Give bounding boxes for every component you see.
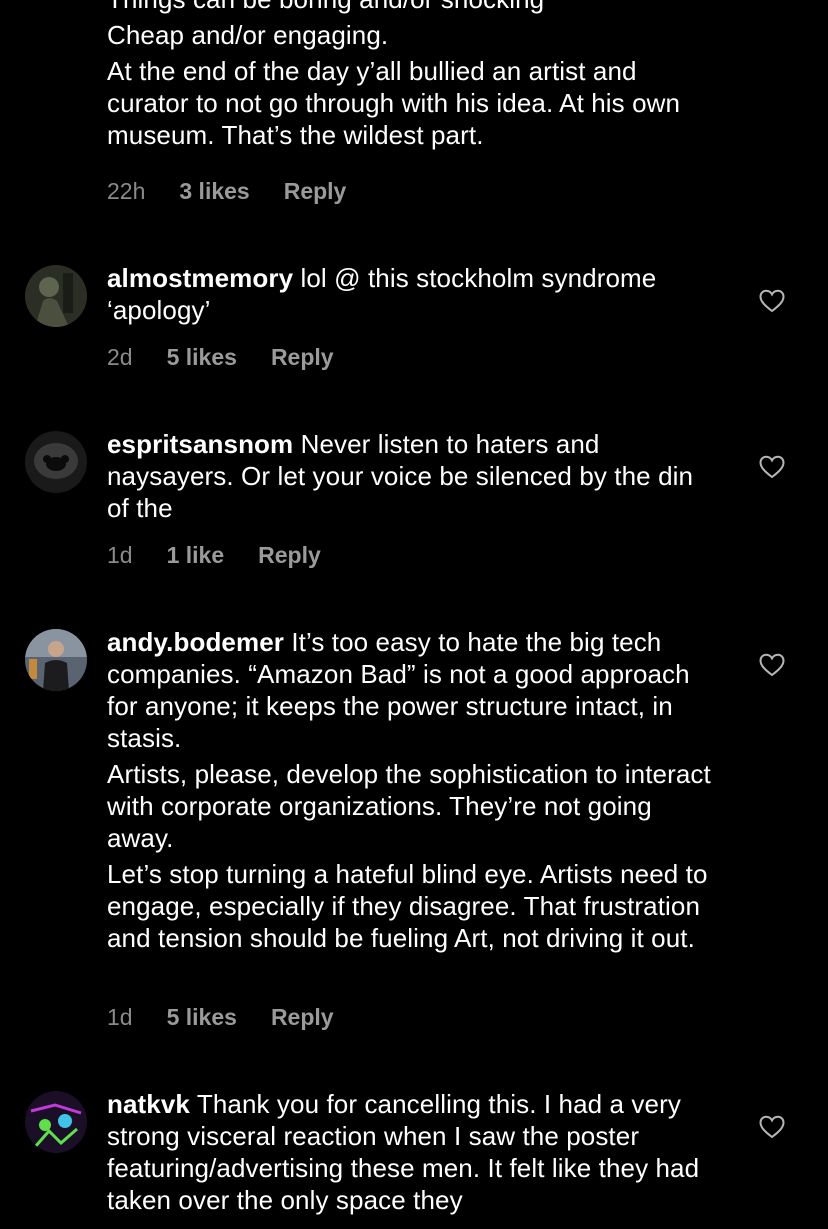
user-avatar-photo — [25, 629, 87, 691]
reply-button[interactable]: Reply — [271, 344, 334, 371]
comment-username[interactable]: andy.bodemer — [107, 627, 284, 657]
comment-likes-count[interactable]: 5 likes — [167, 344, 237, 371]
reply-button[interactable]: Reply — [258, 542, 321, 569]
comment-likes-count[interactable]: 1 like — [167, 542, 225, 569]
comment-body: Things can be boring and/or shocking Che… — [107, 0, 722, 155]
comment-text: At the end of the day y’all bullied an a… — [107, 56, 688, 150]
comment-text: Cheap and/or engaging. — [107, 20, 389, 50]
comment-timestamp: 1d — [107, 1004, 133, 1030]
comment-meta: 22h 3 likes Reply — [107, 178, 346, 205]
comment-text: Things can be boring and/or shocking — [107, 0, 722, 15]
avatar[interactable] — [25, 431, 87, 493]
user-avatar-photo — [25, 1091, 87, 1153]
comment-meta: 1d 5 likes Reply — [107, 1004, 334, 1031]
comment-body: espritsansnom Never listen to haters and… — [107, 428, 722, 528]
comment-timestamp: 2d — [107, 344, 133, 370]
heart-outline-icon[interactable] — [759, 289, 785, 313]
comment-timestamp: 22h — [107, 178, 146, 204]
reply-button[interactable]: Reply — [271, 1004, 334, 1031]
avatar[interactable] — [25, 629, 87, 691]
reply-button[interactable]: Reply — [284, 178, 347, 205]
comment-body: natkvk Thank you for cancelling this. I … — [107, 1088, 722, 1220]
comment-meta: 2d 5 likes Reply — [107, 344, 334, 371]
comment-text: Artists, please, develop the sophisticat… — [107, 759, 719, 853]
comment-body: almostmemory lol @ this stockholm syndro… — [107, 262, 722, 330]
comment-likes-count[interactable]: 5 likes — [167, 1004, 237, 1031]
comment-text: Thank you for cancelling this. I had a v… — [107, 1089, 707, 1215]
comment-text: Let’s stop turning a hateful blind eye. … — [107, 859, 715, 953]
comment-username[interactable]: natkvk — [107, 1089, 190, 1119]
comment-timestamp: 1d — [107, 542, 133, 568]
heart-outline-icon[interactable] — [759, 653, 785, 677]
comment-username[interactable]: espritsansnom — [107, 429, 293, 459]
comment-body: andy.bodemer It’s too easy to hate the b… — [107, 626, 722, 958]
avatar[interactable] — [25, 265, 87, 327]
comment-likes-count[interactable]: 3 likes — [179, 178, 249, 205]
comment-username[interactable]: almostmemory — [107, 263, 293, 293]
comment-meta: 1d 1 like Reply — [107, 542, 321, 569]
heart-outline-icon[interactable] — [759, 1115, 785, 1139]
user-avatar-photo — [25, 431, 87, 493]
avatar[interactable] — [25, 1091, 87, 1153]
heart-outline-icon[interactable] — [759, 455, 785, 479]
user-avatar-photo — [25, 265, 87, 327]
